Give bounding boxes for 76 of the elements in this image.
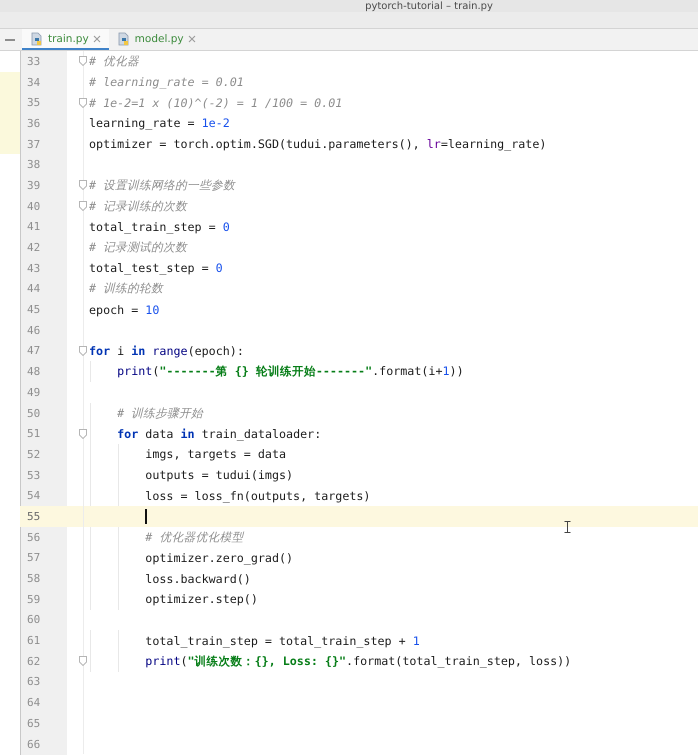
close-icon[interactable] [188, 34, 196, 42]
code-line: # 训练步骤开始 [116, 406, 204, 421]
line-number: 54 [27, 489, 40, 502]
line-number: 57 [27, 551, 40, 564]
code-line: total_train_step = total_train_step + 1 [144, 634, 420, 648]
code-line: # learning_rate = 0.01 [89, 75, 244, 90]
code-line: loss.backward() [144, 572, 251, 586]
fold-marker-icon[interactable] [79, 656, 87, 666]
code-line: total_train_step = 0 [89, 220, 230, 234]
code-line: # 训练的轮数 [89, 281, 164, 296]
close-icon[interactable] [92, 34, 101, 42]
line-number: 46 [27, 324, 40, 337]
line-number: 35 [27, 96, 40, 110]
line-number: 33 [27, 54, 40, 68]
code-line: # 设置训练网络的一些参数 [89, 178, 236, 193]
line-number: 38 [27, 158, 40, 172]
fold-marker-icon[interactable] [79, 56, 87, 66]
line-number: 45 [27, 303, 40, 316]
line-number: 66 [27, 738, 40, 751]
text-cursor-icon [564, 521, 571, 533]
code-line: optimizer.step() [144, 592, 258, 606]
line-number: 58 [27, 572, 40, 586]
fold-marker-icon[interactable] [79, 428, 87, 439]
line-number: 49 [27, 386, 40, 399]
line-number: 42 [27, 241, 40, 254]
line-number: 63 [27, 675, 40, 688]
line-number: 39 [27, 178, 40, 192]
text-caret [145, 508, 147, 524]
code-line: # 优化器优化模型 [144, 530, 244, 545]
line-number: 65 [27, 716, 40, 730]
code-line: # 优化器 [89, 54, 140, 69]
line-number: 48 [27, 365, 40, 378]
line-number: 37 [27, 138, 40, 151]
line-number: 53 [27, 468, 40, 482]
code-line: # 记录训练的次数 [89, 198, 188, 214]
line-number: 64 [27, 696, 40, 710]
fold-marker-icon[interactable] [79, 180, 87, 190]
file-tab[interactable]: train.py [22, 29, 109, 50]
code-editor[interactable] [0, 51, 698, 755]
code-line: imgs, targets = data [144, 447, 286, 462]
line-number: 55 [27, 510, 40, 523]
line-number: 36 [27, 116, 40, 130]
line-number: 52 [27, 448, 40, 461]
line-number: 59 [27, 592, 40, 606]
line-number: 43 [27, 262, 40, 275]
python-file-icon [30, 32, 44, 46]
line-number: 51 [27, 427, 40, 440]
code-line: # 1e-2=1 x (10)^(-2) = 1 /100 = 0.01 [89, 96, 342, 110]
code-line: for data in train_dataloader: [116, 426, 322, 441]
window-title: pytorch-tutorial – train.py [365, 1, 493, 12]
line-number: 34 [27, 76, 40, 89]
code-line: print("训练次数：{}, Loss: {}".format(total_train_step, loss)) [144, 654, 572, 669]
code-line: for i in range(epoch): [89, 344, 244, 358]
code-line: loss = loss_fn(outputs, targets) [144, 488, 370, 503]
code-line: # 记录测试的次数 [89, 240, 188, 256]
fold-marker-icon[interactable] [79, 98, 87, 108]
code-line: print("-------第 {} 轮训练开始-------".format(i+1)) [116, 364, 464, 380]
line-number: 61 [27, 634, 40, 648]
python-file-icon [116, 32, 131, 46]
fold-marker-icon[interactable] [79, 201, 87, 212]
line-number: 40 [27, 200, 40, 213]
file-tab[interactable]: model.py [108, 29, 204, 50]
line-number: 56 [27, 530, 40, 544]
line-number: 50 [27, 406, 40, 420]
code-line: learning_rate = 1e-2 [89, 116, 230, 130]
line-number: 41 [27, 220, 40, 234]
line-number: 62 [27, 654, 40, 668]
code-line: total_test_step = 0 [89, 261, 223, 276]
line-number: 47 [27, 344, 40, 358]
line-number: 44 [27, 282, 40, 296]
fold-marker-icon[interactable] [79, 346, 87, 356]
line-number: 60 [27, 613, 40, 626]
code-line: epoch = 10 [89, 302, 160, 317]
code-line: optimizer = torch.optim.SGD(tudui.parameters(), lr=learning_rate) [89, 137, 546, 152]
code-line: optimizer.zero_grad() [144, 550, 294, 565]
code-line: outputs = tudui(imgs) [144, 468, 294, 482]
